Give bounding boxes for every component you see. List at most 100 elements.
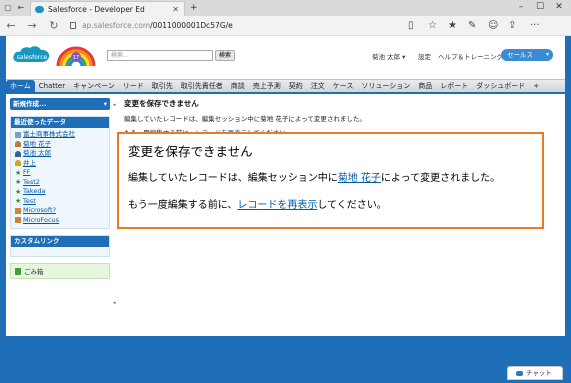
nav-tab[interactable]: 商品 <box>414 80 436 93</box>
refresh-icon[interactable]: ↻ <box>47 19 61 33</box>
back-tab-icon[interactable]: ⇤ <box>16 3 26 13</box>
main-nav-tabs: ホーム Chatter キャンペーン リード 取引先 取引先責任者 商談 売上予測 契約 注文 ケー… <box>6 79 565 94</box>
modified-by-link[interactable]: 菊地 花子 <box>338 173 381 184</box>
recent-item[interactable]: ★ Test <box>11 197 109 207</box>
recycle-bin-link[interactable]: ごみ箱 <box>10 263 110 279</box>
favorite-star-icon[interactable]: ☆ <box>428 20 437 31</box>
callout-instruction: もう一度編集する前に、レコードを再表示してください。 <box>128 200 387 211</box>
chevron-down-icon: ▾ <box>103 100 107 108</box>
nav-tab[interactable]: 売上予測 <box>249 80 285 93</box>
recent-item-label: Test2 <box>23 177 40 186</box>
lead-icon <box>15 160 21 167</box>
chat-icon <box>516 370 523 376</box>
nav-tab[interactable]: 取引先責任者 <box>177 80 227 93</box>
nav-tab[interactable]: ケース <box>329 80 358 93</box>
favorites-icon[interactable]: ★ <box>448 20 457 31</box>
browser-tab-bar: ▢ ⇤ Salesforce - Developer Ed ✕ + – ☐ ✕ <box>0 0 571 16</box>
nav-tab[interactable]: キャンペーン <box>69 80 119 93</box>
tab-list-icon[interactable]: ▢ <box>3 3 13 13</box>
chevron-down-icon: ▾ <box>545 51 549 58</box>
maximize-icon[interactable]: ☐ <box>533 2 547 12</box>
recent-item[interactable]: 菊池 太郎 <box>11 149 109 159</box>
recent-item-label: Test <box>23 196 36 205</box>
new-tab-icon[interactable]: + <box>190 3 198 13</box>
recent-item-label: 井上 <box>23 158 36 167</box>
back-icon[interactable]: ← <box>4 19 18 33</box>
profile-icon[interactable]: ☺ <box>488 20 498 31</box>
search-button[interactable]: 検索 <box>215 50 235 61</box>
sidebar-collapse-icon[interactable]: ◂ <box>113 102 117 108</box>
create-new-dropdown[interactable]: 新規作成... ▾ <box>10 98 110 110</box>
callout-title: 変更を保存できません <box>128 144 253 159</box>
close-tab-icon[interactable]: ✕ <box>172 5 179 14</box>
recent-item[interactable]: ★ FF <box>11 168 109 178</box>
error-message: 編集していたレコードは、編集セッション中に菊地 花子によって変更されました。 <box>124 115 366 123</box>
salesforce-favicon-icon <box>35 5 44 13</box>
chat-button[interactable]: チャット <box>507 366 563 380</box>
recent-item-label: 富士商事株式会社 <box>23 130 75 138</box>
recent-item[interactable]: 富士商事株式会社 <box>11 130 109 140</box>
custom-links-header: カスタムリンク <box>11 236 109 247</box>
address-bar: ← → ↻ ap.salesforce.com/0011000001Dc57G/… <box>0 16 571 36</box>
zoom-callout: 変更を保存できません 編集していたレコードは、編集セッション中に菊地 花子によっ… <box>117 132 544 229</box>
nav-tab[interactable]: 商談 <box>227 80 249 93</box>
account-icon <box>15 131 21 138</box>
forward-icon[interactable]: → <box>25 19 39 33</box>
recent-item-label: Microsoft? <box>23 206 57 214</box>
minimize-icon[interactable]: – <box>514 2 528 12</box>
lock-icon <box>70 22 76 29</box>
search-input[interactable]: 検索... <box>107 50 213 61</box>
refresh-record-link[interactable]: レコードを再表示 <box>237 200 317 211</box>
salesforce-logo[interactable]: salesforce <box>10 42 54 70</box>
contract-icon <box>15 207 21 214</box>
svg-text:salesforce: salesforce <box>17 54 48 61</box>
user-icon <box>15 150 21 157</box>
footer: Copyright © 2000-2017 salesforce.com, in… <box>117 325 547 331</box>
nav-tab[interactable]: 取引先 <box>148 80 177 93</box>
custom-links-panel: カスタムリンク <box>10 235 110 257</box>
reading-view-icon[interactable]: ▯ <box>408 20 414 31</box>
nav-tab[interactable]: ダッシュボード <box>472 80 529 93</box>
recent-item-label: Takeda <box>23 187 46 195</box>
recent-item[interactable]: ★ Takeda <box>11 187 109 197</box>
nav-tab[interactable]: 注文 <box>307 80 329 93</box>
recent-items-panel: 最近使ったデータ 富士商事株式会社 菊地 花子 菊池 太郎 井上 ★ FF ★ Test2 ★ T… <box>10 116 110 229</box>
page-header: salesforce 17 検索... 検索 菊池 太郎 ▾ 設定 ヘルプ＆トレ… <box>6 36 565 76</box>
nav-tab[interactable]: 契約 <box>285 80 307 93</box>
recent-item[interactable]: 菊地 花子 <box>11 140 109 150</box>
recent-item-label: MicroFocus <box>23 215 60 224</box>
page-title: 変更を保存できません <box>124 99 199 108</box>
help-link[interactable]: ヘルプ＆トレーニング <box>438 51 503 61</box>
more-icon[interactable]: ··· <box>530 20 540 31</box>
recent-item[interactable]: MicroFocus <box>11 216 109 226</box>
recent-item-label: FF <box>23 168 31 176</box>
recent-item-label: 菊地 花子 <box>23 139 52 148</box>
user-menu[interactable]: 菊池 太郎 ▾ <box>372 51 405 61</box>
recent-item[interactable]: 井上 <box>11 159 109 169</box>
rainbow-anniversary-logo: 17 <box>56 46 96 67</box>
tab-title: Salesforce - Developer Ed <box>48 4 145 14</box>
svg-text:17: 17 <box>73 55 79 61</box>
opportunity-icon: ★ <box>15 187 22 196</box>
pen-icon[interactable]: ✎ <box>468 20 476 31</box>
nav-tab[interactable]: リード <box>119 80 148 93</box>
sidebar-collapse-icon[interactable]: ◂ <box>113 300 117 306</box>
close-window-icon[interactable]: ✕ <box>552 2 566 12</box>
setup-link[interactable]: 設定 <box>418 51 431 61</box>
app-menu-button[interactable]: セールス ▾ <box>501 49 553 61</box>
sidebar: 新規作成... ▾ 最近使ったデータ 富士商事株式会社 菊地 花子 菊池 太郎 井上 ★ F… <box>10 98 110 279</box>
nav-tab[interactable]: Chatter <box>35 80 69 93</box>
share-icon[interactable]: ⇪ <box>508 20 516 31</box>
trash-icon <box>15 267 21 275</box>
browser-tab[interactable]: Salesforce - Developer Ed ✕ <box>30 1 185 16</box>
nav-tab[interactable]: ホーム <box>6 79 35 93</box>
url-field[interactable]: ap.salesforce.com/0011000001Dc57G/e <box>82 21 233 30</box>
nav-tab[interactable]: + <box>529 80 543 93</box>
recent-item[interactable]: ★ Test2 <box>11 178 109 188</box>
contact-icon <box>15 141 21 148</box>
opportunity-icon: ★ <box>15 178 22 187</box>
nav-tab[interactable]: レポート <box>436 80 472 93</box>
nav-tab[interactable]: ソリューション <box>357 80 414 93</box>
recent-item[interactable]: Microsoft? <box>11 206 109 216</box>
callout-message: 編集していたレコードは、編集セッション中に菊地 花子によって変更されました。 <box>128 173 501 184</box>
